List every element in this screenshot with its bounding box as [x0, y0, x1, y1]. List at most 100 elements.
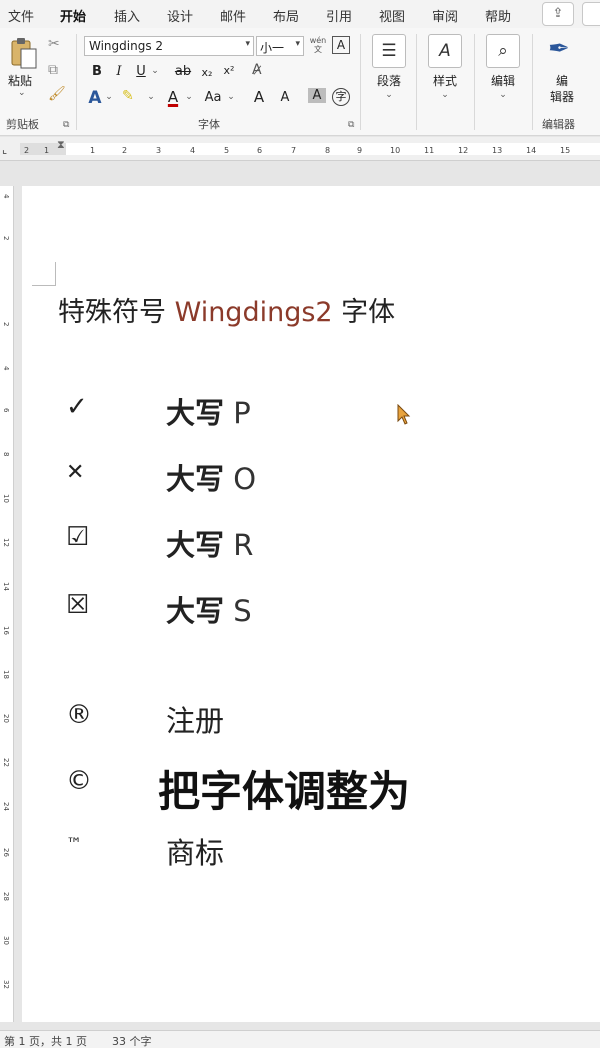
indent-marker-icon[interactable]: ⧗ [57, 138, 65, 152]
chevron-down-icon[interactable]: ⌄ [184, 92, 194, 102]
ruler-tick: 16 [2, 626, 10, 635]
subscript-button[interactable]: x₂ [198, 66, 216, 79]
editor-label-line2[interactable]: 辑器 [542, 88, 582, 105]
styles-label[interactable]: 样式 [425, 72, 465, 89]
enclose-characters-button[interactable]: 字 [332, 88, 350, 106]
chevron-down-icon[interactable]: ⌄ [150, 66, 160, 76]
ruler-tick: 1 [90, 146, 96, 155]
vertical-ruler[interactable]: 4 2 2 4 6 8 10 12 14 16 18 20 22 24 26 2… [0, 186, 14, 1022]
font-size-value: 小一 [260, 41, 285, 55]
list-item[interactable]: 大写 P [166, 390, 251, 432]
text-effects-button[interactable]: A [86, 88, 104, 108]
ruler-tick: 20 [2, 714, 10, 723]
paste-icon[interactable] [10, 36, 38, 70]
ruler-tick: 2 [24, 146, 30, 155]
font-name-select[interactable]: Wingdings 2 ▾ [84, 36, 254, 56]
list-item-letter: S [224, 594, 252, 628]
list-item-label: 注册 [166, 704, 225, 738]
share-icon: ⇪ [552, 6, 564, 21]
paste-dropdown-icon[interactable]: ⌄ [18, 88, 26, 98]
ruler-tick: 8 [325, 146, 331, 155]
chevron-down-icon[interactable]: ⌄ [483, 90, 523, 100]
superscript-button[interactable]: x² [220, 64, 238, 77]
document-title[interactable]: 特殊符号 Wingdings2 字体 [58, 290, 395, 329]
ruler-tick: 18 [2, 670, 10, 679]
highlight-icon[interactable]: ✎ [122, 88, 134, 104]
phonetic-guide-button[interactable]: wén 文 [308, 36, 328, 56]
underline-button[interactable]: U [132, 64, 150, 79]
font-name-value: Wingdings 2 [89, 39, 164, 53]
paragraph-button[interactable]: ☰ [372, 34, 406, 68]
clipboard-group-label: 剪贴板 [6, 118, 39, 131]
tab-references[interactable]: 引用 [326, 6, 352, 25]
chevron-down-icon[interactable]: ⌄ [226, 92, 236, 102]
list-item[interactable]: 注册 [166, 698, 224, 740]
page-count[interactable]: 第 1 页，共 1 页 [4, 1033, 87, 1048]
list-item[interactable]: 商标 [166, 830, 224, 872]
divider [474, 34, 475, 130]
tab-selector-icon[interactable]: ⌞ [2, 143, 7, 156]
font-color-button[interactable]: A [164, 88, 182, 106]
tab-layout[interactable]: 布局 [273, 6, 299, 25]
editor-label-line1[interactable]: 编 [542, 72, 582, 89]
format-painter-icon[interactable]: 🖌 [48, 86, 66, 102]
copy-icon[interactable]: ⧉ [48, 62, 58, 78]
clear-formatting-icon[interactable]: A̷ [252, 62, 262, 78]
tab-design[interactable]: 设计 [167, 6, 193, 25]
search-icon: ⌕ [498, 41, 508, 61]
clipboard-launcher-icon[interactable]: ⧉ [63, 120, 69, 130]
bold-button[interactable]: B [88, 64, 106, 79]
copyright-icon: © [66, 766, 92, 796]
ruler-tick: 6 [257, 146, 263, 155]
ruler-tick: 28 [2, 892, 10, 901]
strikethrough-button[interactable]: ab [172, 64, 194, 79]
tab-view[interactable]: 视图 [379, 6, 405, 25]
list-item[interactable]: 大写 O [166, 456, 256, 498]
divider [532, 34, 533, 130]
italic-button[interactable]: I [110, 64, 128, 79]
ruler-tick: 1 [44, 146, 50, 155]
character-border-button[interactable]: A [332, 36, 350, 54]
ruler-tick: 3 [156, 146, 162, 155]
editing-button[interactable]: ⌕ [486, 34, 520, 68]
word-count[interactable]: 33 个字 [112, 1033, 152, 1048]
chevron-down-icon[interactable]: ⌄ [104, 92, 114, 102]
editor-icon[interactable]: ✒ [548, 34, 570, 64]
chevron-down-icon[interactable]: ⌄ [146, 92, 156, 102]
font-group-label: 字体 [198, 118, 220, 131]
chevron-down-icon[interactable]: ⌄ [369, 90, 409, 100]
font-size-select[interactable]: 小一 ▾ [256, 36, 304, 56]
title-font-name: Wingdings2 [174, 297, 333, 328]
paste-button-label[interactable]: 粘贴 [8, 72, 32, 89]
ruler-tick: 2 [2, 322, 10, 327]
tab-help[interactable]: 帮助 [485, 6, 511, 25]
list-item-label: 商标 [166, 836, 225, 870]
chevron-down-icon[interactable]: ⌄ [425, 90, 465, 100]
character-shading-button[interactable]: A [308, 88, 326, 103]
shrink-font-button[interactable]: A [276, 90, 294, 105]
horizontal-ruler[interactable]: ⌞ ⧗ 2 1 1 2 3 4 5 6 7 8 9 10 11 12 13 14… [0, 137, 600, 161]
ruler-tick: 10 [390, 146, 401, 155]
tab-mailings[interactable]: 邮件 [220, 6, 246, 25]
paragraph-label[interactable]: 段落 [369, 72, 409, 89]
ribbon-tabs: 文件 开始 插入 设计 邮件 布局 引用 视图 审阅 帮助 ⇪ [0, 0, 600, 30]
change-case-button[interactable]: Aa [202, 90, 224, 105]
ruler-tick: 24 [2, 802, 10, 811]
cut-icon[interactable]: ✂ [48, 36, 60, 52]
ruler-tick: 30 [2, 936, 10, 945]
list-item[interactable]: 大写 R [166, 522, 253, 564]
tab-insert[interactable]: 插入 [114, 6, 140, 25]
tab-file[interactable]: 文件 [8, 6, 34, 25]
editing-label[interactable]: 编辑 [483, 72, 523, 89]
tab-home[interactable]: 开始 [60, 6, 86, 30]
title-suffix: 字体 [332, 297, 396, 328]
font-launcher-icon[interactable]: ⧉ [348, 120, 354, 130]
list-item[interactable]: 大写 S [166, 588, 252, 630]
list-item-letter: P [224, 396, 251, 430]
share-button[interactable]: ⇪ [542, 2, 574, 26]
comments-button[interactable] [582, 2, 600, 26]
styles-button[interactable]: A [428, 34, 462, 68]
styles-icon: A [439, 41, 451, 61]
tab-review[interactable]: 审阅 [432, 6, 458, 25]
grow-font-button[interactable]: A [250, 88, 268, 106]
